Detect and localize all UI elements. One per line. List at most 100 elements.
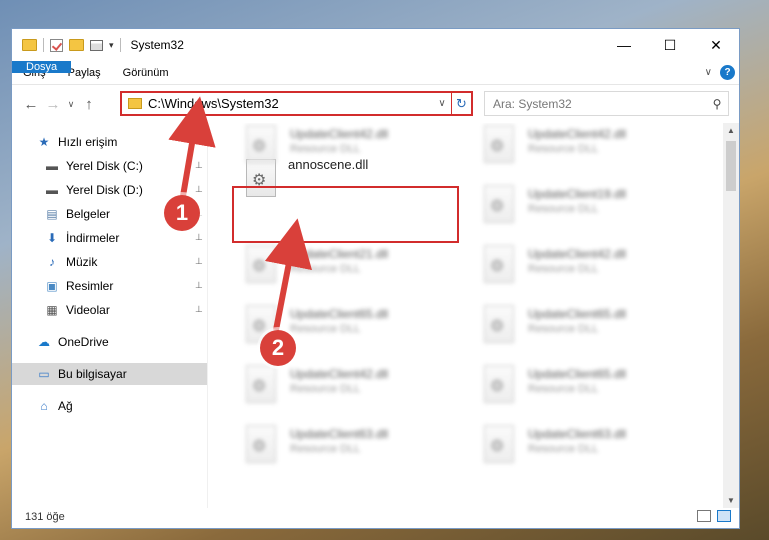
dll-file-icon bbox=[484, 425, 514, 463]
status-bar: 131 öğe bbox=[12, 506, 739, 528]
callout-two: 2 bbox=[260, 330, 296, 366]
sidebar-item-label: Resimler bbox=[66, 279, 114, 293]
file-type: Resource DLL bbox=[528, 383, 599, 395]
sidebar-item-hızlı-erişim[interactable]: ★ Hızlı erişim bbox=[36, 131, 118, 153]
file-type: Resource DLL bbox=[290, 143, 361, 155]
file-item[interactable]: UpdateClient63.dll Resource DLL bbox=[246, 425, 388, 463]
vertical-scrollbar[interactable]: ▲ ▼ bbox=[723, 123, 739, 508]
scroll-up-icon[interactable]: ▲ bbox=[723, 126, 739, 135]
help-icon[interactable]: ? bbox=[720, 65, 735, 80]
file-type: Resource DLL bbox=[528, 203, 599, 215]
view-toggle bbox=[697, 510, 731, 522]
window-controls: — ☐ ✕ bbox=[601, 29, 739, 61]
pictures-icon: ▣ bbox=[46, 279, 58, 293]
file-type: Resource DLL bbox=[528, 443, 599, 455]
file-name: UpdateClient19.dll bbox=[528, 187, 627, 201]
scroll-thumb[interactable] bbox=[726, 141, 736, 191]
file-list: annoscene.dll UpdateClient42.dllResource… bbox=[222, 123, 725, 508]
file-name: UpdateClient65.dll bbox=[528, 367, 627, 381]
dll-file-icon bbox=[246, 425, 276, 463]
address-path[interactable]: C:\Windows\System32 bbox=[148, 96, 433, 111]
file-item[interactable]: UpdateClient21.dll Resource DLL bbox=[246, 245, 388, 283]
minimize-button[interactable]: — bbox=[601, 29, 647, 61]
file-item[interactable]: UpdateClient42.dll Resource DLL bbox=[484, 245, 626, 283]
customize-toolbar-icon[interactable] bbox=[90, 39, 103, 51]
pin-icon[interactable]: ⊥ bbox=[195, 304, 203, 315]
star-icon: ★ bbox=[38, 135, 50, 149]
sidebar-item-yerel-disk-c-[interactable]: ▬ Yerel Disk (C:) bbox=[44, 155, 143, 177]
refresh-button[interactable]: ↻ bbox=[451, 93, 471, 114]
folder-icon[interactable] bbox=[22, 39, 37, 51]
item-count: 131 öğe bbox=[25, 511, 65, 523]
address-bar[interactable]: C:\Windows\System32 ∨ ↻ bbox=[120, 91, 473, 116]
file-item[interactable]: UpdateClient42.dll Resource DLL bbox=[246, 125, 388, 163]
file-name: UpdateClient65.dll bbox=[528, 307, 627, 321]
back-button[interactable]: ← bbox=[20, 96, 42, 113]
details-view-icon[interactable] bbox=[697, 510, 711, 522]
sidebar-item-onedrive[interactable]: ☁ OneDrive bbox=[36, 331, 109, 353]
file-item[interactable]: UpdateClient19.dll Resource DLL bbox=[484, 185, 626, 223]
sidebar-item-label: Yerel Disk (C:) bbox=[66, 159, 143, 173]
ribbon-right: ∨ ? bbox=[705, 65, 735, 80]
maximize-button[interactable]: ☐ bbox=[647, 29, 693, 61]
file-name: UpdateClient42.dll bbox=[528, 127, 627, 141]
chevron-down-icon[interactable]: ∨ bbox=[433, 98, 451, 109]
sidebar-item-müzik[interactable]: ♪ Müzik bbox=[44, 251, 97, 273]
file-item[interactable]: UpdateClient42.dll Resource DLL bbox=[484, 125, 626, 163]
sidebar-item-belgeler[interactable]: ▤ Belgeler bbox=[44, 203, 110, 225]
close-button[interactable]: ✕ bbox=[693, 29, 739, 61]
file-type: Resource DLL bbox=[528, 143, 599, 155]
sidebar-item-i-ndirmeler[interactable]: ⬇ İndirmeler bbox=[44, 227, 119, 249]
file-item[interactable]: UpdateClient65.dll Resource DLL bbox=[484, 305, 626, 343]
dll-file-icon bbox=[246, 245, 276, 283]
properties-check-icon[interactable] bbox=[50, 38, 63, 52]
videos-icon: ▦ bbox=[46, 303, 58, 317]
quick-access-toolbar: ▾ bbox=[12, 38, 121, 52]
sidebar-item-label: Bu bilgisayar bbox=[58, 367, 127, 381]
pin-icon[interactable]: ⊥ bbox=[195, 184, 203, 195]
dll-file-icon bbox=[484, 245, 514, 283]
sidebar-item-yerel-disk-d-[interactable]: ▬ Yerel Disk (D:) bbox=[44, 179, 143, 201]
sidebar-item-bu-bilgisayar[interactable]: ▭ Bu bilgisayar bbox=[12, 363, 207, 385]
pin-icon[interactable]: ⊥ bbox=[195, 232, 203, 243]
file-item[interactable]: UpdateClient42.dll Resource DLL bbox=[246, 365, 388, 403]
file-item[interactable]: UpdateClient63.dll Resource DLL bbox=[484, 425, 626, 463]
file-name: UpdateClient42.dll bbox=[290, 127, 389, 141]
sidebar-item-label: İndirmeler bbox=[66, 231, 120, 245]
sidebar-item-label: Müzik bbox=[66, 255, 98, 269]
up-button[interactable]: ↑ bbox=[78, 96, 100, 113]
search-box[interactable]: Ara: System32 ⚲ bbox=[484, 91, 729, 116]
file-name: UpdateClient63.dll bbox=[290, 427, 389, 441]
file-item[interactable]: UpdateClient65.dll Resource DLL bbox=[484, 365, 626, 403]
search-input[interactable]: Ara: System32 bbox=[493, 97, 706, 111]
sidebar-item-ağ[interactable]: ⌂ Ağ bbox=[36, 395, 72, 417]
sidebar-item-label: Videolar bbox=[66, 303, 110, 317]
file-type: Resource DLL bbox=[290, 323, 361, 335]
chevron-down-icon[interactable]: ▾ bbox=[109, 40, 114, 51]
folder-icon bbox=[128, 98, 142, 109]
scroll-down-icon[interactable]: ▼ bbox=[723, 496, 739, 505]
navigation-bar: ← → ∨ ↑ C:\Windows\System32 ∨ ↻ Ara: Sys… bbox=[12, 85, 739, 123]
new-folder-icon[interactable] bbox=[69, 39, 84, 51]
drive-icon: ▬ bbox=[46, 183, 58, 197]
forward-button[interactable]: → bbox=[42, 96, 64, 113]
expand-ribbon-icon[interactable]: ∨ bbox=[705, 67, 712, 78]
large-icons-view-icon[interactable] bbox=[717, 510, 731, 522]
ribbon-tabs: Dosya Giriş Paylaş Görünüm ∨ ? bbox=[12, 61, 739, 85]
callout-one: 1 bbox=[164, 195, 200, 231]
file-name: UpdateClient21.dll bbox=[290, 247, 389, 261]
recent-locations-button[interactable]: ∨ bbox=[64, 99, 78, 110]
explorer-window: ▾ System32 — ☐ ✕ Dosya Giriş Paylaş Görü… bbox=[11, 28, 740, 529]
pin-icon[interactable]: ⊥ bbox=[195, 256, 203, 267]
sidebar-item-resimler[interactable]: ▣ Resimler bbox=[44, 275, 113, 297]
divider bbox=[43, 38, 44, 52]
navigation-pane: ★ Hızlı erişim ▬ Yerel Disk (C:) ⊥ ▬ Yerel Dis… bbox=[12, 123, 208, 508]
tab-file[interactable]: Dosya bbox=[12, 61, 72, 73]
computer-icon: ▭ bbox=[38, 367, 50, 381]
sidebar-item-label: Hızlı erişim bbox=[58, 135, 118, 149]
tab-view[interactable]: Görünüm bbox=[112, 61, 180, 84]
file-type: Resource DLL bbox=[290, 443, 361, 455]
pin-icon[interactable]: ⊥ bbox=[195, 160, 203, 171]
sidebar-item-videolar[interactable]: ▦ Videolar bbox=[44, 299, 110, 321]
pin-icon[interactable]: ⊥ bbox=[195, 280, 203, 291]
